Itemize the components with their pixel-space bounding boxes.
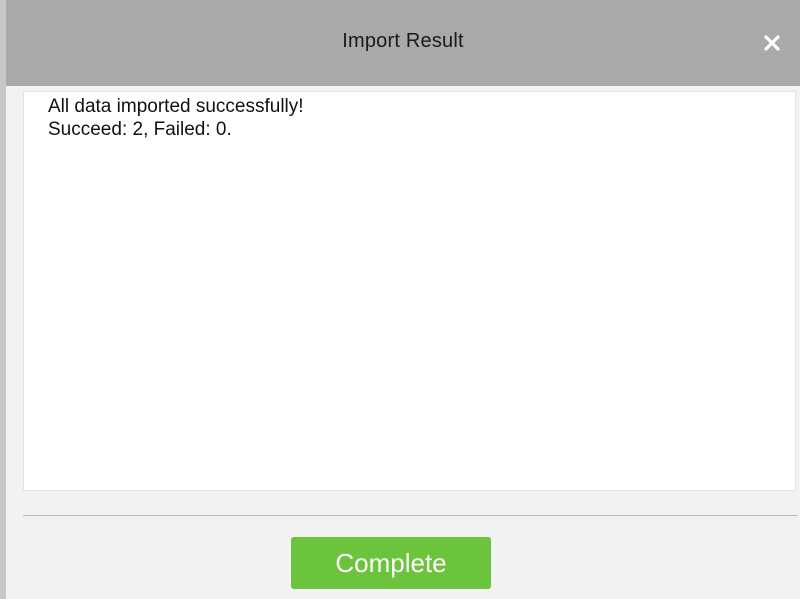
close-icon — [764, 35, 780, 51]
dialog-title: Import Result — [342, 30, 464, 52]
result-counts: Succeed: 2, Failed: 0. — [48, 119, 232, 140]
complete-button[interactable]: Complete — [291, 537, 491, 589]
import-result-dialog: Import Result All data imported successf… — [0, 0, 800, 599]
success-message: All data imported successfully! — [48, 96, 304, 117]
footer-divider — [23, 515, 798, 516]
dialog-title-bar: Import Result — [6, 0, 800, 86]
result-message-panel: All data imported successfully! Succeed:… — [23, 91, 796, 491]
close-button[interactable] — [756, 25, 788, 59]
